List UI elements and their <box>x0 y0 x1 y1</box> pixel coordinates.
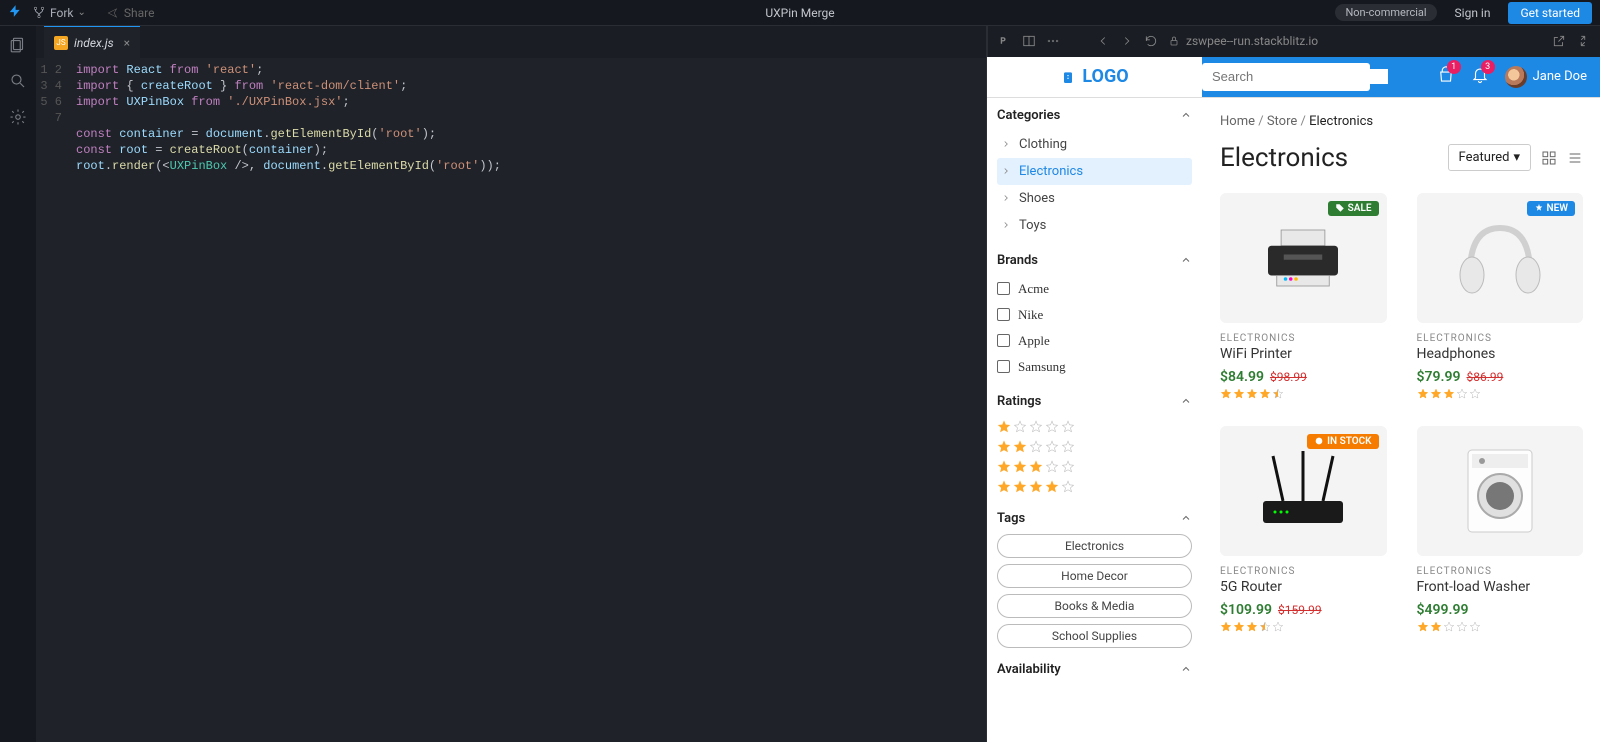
js-file-icon: JS <box>54 36 68 50</box>
category-electronics[interactable]: Electronics <box>997 158 1192 185</box>
open-new-icon[interactable] <box>1552 34 1566 48</box>
tag-books[interactable]: Books & Media <box>997 594 1192 618</box>
cart-button[interactable]: 1 <box>1437 66 1455 88</box>
sale-badge: SALE <box>1328 201 1379 216</box>
search-input[interactable] <box>1212 69 1388 84</box>
new-badge: NEW <box>1527 201 1576 216</box>
license-badge: Non-commercial <box>1335 4 1436 21</box>
line-numbers: 1 2 3 4 5 6 7 <box>36 62 76 742</box>
get-started-button[interactable]: Get started <box>1508 2 1592 24</box>
router-image <box>1253 446 1353 536</box>
product-card[interactable]: ELECTRONICS Front-load Washer $499.99 <box>1417 426 1584 633</box>
files-icon[interactable] <box>9 36 27 54</box>
user-menu[interactable]: Jane Doe <box>1505 66 1587 88</box>
product-rating <box>1220 621 1387 633</box>
instock-badge: IN STOCK <box>1307 434 1378 449</box>
crumb-current: Electronics <box>1309 114 1373 129</box>
logo-icon[interactable] <box>8 3 22 22</box>
crumb-store[interactable]: Store <box>1267 114 1297 129</box>
category-clothing[interactable]: Clothing <box>997 131 1192 158</box>
url-text[interactable]: zswpee--run.stackblitz.io <box>1186 34 1318 48</box>
chevron-up-icon <box>1180 512 1192 524</box>
headphones-image <box>1450 213 1550 303</box>
collapse-icon[interactable] <box>1576 34 1590 48</box>
category-shoes[interactable]: Shoes <box>997 185 1192 212</box>
chevron-down-icon: ▾ <box>1513 150 1520 165</box>
forward-icon[interactable] <box>1120 34 1134 48</box>
sign-in-button[interactable]: Sign in <box>1445 4 1501 22</box>
notifications-button[interactable]: 3 <box>1471 66 1489 88</box>
chevron-up-icon <box>1180 395 1192 407</box>
product-rating <box>1417 388 1584 400</box>
back-icon[interactable] <box>1096 34 1110 48</box>
rating-filter-4[interactable] <box>997 477 1192 497</box>
prettier-icon[interactable]: P <box>998 34 1012 48</box>
tag-school[interactable]: School Supplies <box>997 624 1192 648</box>
reload-icon[interactable] <box>1144 34 1158 48</box>
split-icon[interactable] <box>1022 34 1036 48</box>
crumb-home[interactable]: Home <box>1220 114 1255 129</box>
brand-nike[interactable]: Nike <box>997 302 1192 328</box>
lock-icon <box>1168 35 1180 47</box>
tag-electronics[interactable]: Electronics <box>997 534 1192 558</box>
search-icon[interactable] <box>9 72 27 90</box>
chevron-up-icon <box>1180 109 1192 121</box>
category-toys[interactable]: Toys <box>997 212 1192 239</box>
product-rating <box>1220 388 1387 400</box>
project-title: UXPin Merge <box>765 6 834 20</box>
fork-button[interactable]: Fork ⌄ <box>32 6 86 20</box>
rating-filter-1[interactable] <box>997 417 1192 437</box>
page-title: Electronics <box>1220 143 1348 173</box>
printer-image <box>1258 223 1348 293</box>
product-card[interactable]: SALE ELECTRONICS WiFi Printer $84.99$98.… <box>1220 193 1387 400</box>
code-editor[interactable]: 1 2 3 4 5 6 7 import React from 'react';… <box>36 58 986 742</box>
fork-label: Fork <box>50 6 74 20</box>
close-icon[interactable]: × <box>124 36 130 50</box>
notif-count: 3 <box>1481 60 1495 74</box>
chevron-up-icon <box>1180 254 1192 266</box>
product-card[interactable]: IN STOCK ELECTRONICS 5G Router $109.99$1… <box>1220 426 1387 633</box>
user-name: Jane Doe <box>1533 69 1587 84</box>
more-icon[interactable] <box>1046 34 1060 48</box>
tab-filename: index.js <box>74 36 114 50</box>
search-field[interactable] <box>1202 63 1370 91</box>
rating-filter-3[interactable] <box>997 457 1192 477</box>
brand-acme[interactable]: Acme <box>997 276 1192 302</box>
sort-button[interactable]: Featured ▾ <box>1448 144 1531 171</box>
share-button[interactable]: Share <box>106 6 155 20</box>
avatar <box>1505 66 1527 88</box>
availability-header[interactable]: Availability <box>997 662 1192 677</box>
chevron-down-icon[interactable]: ⌄ <box>78 7 86 18</box>
tag-home-decor[interactable]: Home Decor <box>997 564 1192 588</box>
svg-text:P: P <box>1000 36 1005 46</box>
brands-header[interactable]: Brands <box>997 253 1192 268</box>
settings-icon[interactable] <box>9 108 27 126</box>
brand-samsung[interactable]: Samsung <box>997 354 1192 380</box>
list-view-icon[interactable] <box>1567 150 1583 166</box>
categories-header[interactable]: Categories <box>997 108 1192 123</box>
brand-apple[interactable]: Apple <box>997 328 1192 354</box>
grid-view-icon[interactable] <box>1541 150 1557 166</box>
chevron-up-icon <box>1180 663 1192 675</box>
washer-image <box>1464 446 1536 536</box>
share-label: Share <box>124 6 155 20</box>
ratings-header[interactable]: Ratings <box>997 394 1192 409</box>
breadcrumb: Home / Store / Electronics <box>1220 114 1583 129</box>
cart-count: 1 <box>1447 60 1461 74</box>
rating-filter-2[interactable] <box>997 437 1192 457</box>
product-rating <box>1417 621 1584 633</box>
file-tab[interactable]: JS index.js × <box>44 26 140 58</box>
product-card[interactable]: NEW ELECTRONICS Headphones $79.99$86.99 <box>1417 193 1584 400</box>
tags-header[interactable]: Tags <box>997 511 1192 526</box>
shop-logo[interactable]: LOGO <box>987 57 1202 97</box>
